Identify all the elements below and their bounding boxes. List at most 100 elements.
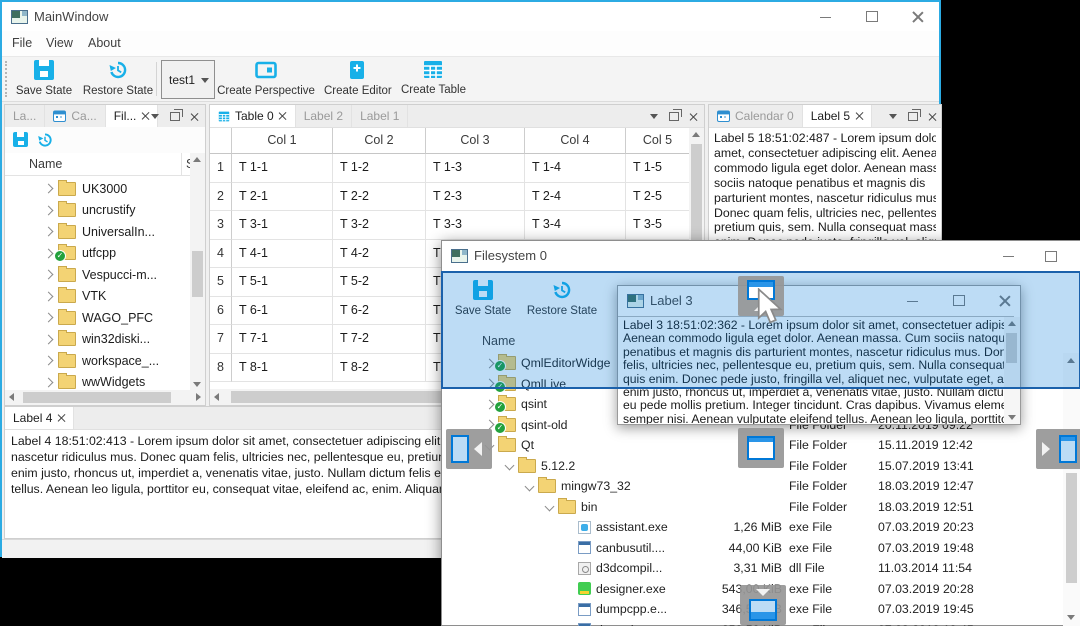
vertical-scrollbar[interactable] (190, 153, 205, 391)
column-header[interactable]: Col 5 (626, 128, 689, 154)
tab-calendar[interactable]: Ca... (45, 105, 106, 127)
table-cell[interactable]: T 2-4 (525, 182, 626, 211)
undock-button[interactable] (905, 108, 921, 124)
chevron-right-icon[interactable] (43, 226, 54, 237)
tree-item[interactable]: mingw73_32 File Folder 18.03.2019 12:47 (442, 476, 1063, 497)
table-cell[interactable]: T 3-1 (232, 211, 333, 240)
tree-item[interactable]: uncrustify (5, 200, 189, 222)
tab-table0[interactable]: Table 0 (210, 105, 296, 127)
table-cell[interactable]: T 1-4 (525, 154, 626, 183)
tree-item[interactable]: UK3000 (5, 178, 189, 200)
column-header[interactable]: Col 2 (333, 128, 426, 154)
column-header[interactable]: Col 1 (232, 128, 333, 154)
table-cell[interactable]: T 4-2 (333, 239, 426, 268)
chevron-right-icon[interactable] (43, 377, 54, 388)
table-cell[interactable]: T 4-1 (232, 239, 333, 268)
panel-close-button[interactable] (924, 108, 940, 124)
close-button[interactable] (1066, 241, 1080, 272)
chevron-right-icon[interactable] (43, 312, 54, 323)
maximize-button[interactable] (1028, 241, 1060, 272)
maximize-button[interactable] (849, 2, 894, 31)
scroll-up-icon[interactable] (692, 132, 700, 137)
scroll-right-icon[interactable] (196, 393, 201, 401)
table-cell[interactable]: T 8-2 (333, 353, 426, 382)
undock-button[interactable] (666, 108, 682, 124)
table-cell[interactable]: T 1-3 (426, 154, 525, 183)
scroll-left-icon[interactable] (214, 393, 219, 401)
table-cell[interactable]: T 2-3 (426, 182, 525, 211)
save-state-button[interactable]: Save State (10, 60, 78, 97)
tree-item[interactable]: UniversalIn... (5, 221, 189, 243)
tab-label0[interactable]: La... (5, 105, 46, 127)
chevron-down-icon[interactable] (524, 481, 535, 492)
chevron-down-icon[interactable] (544, 501, 555, 512)
restore-icon[interactable] (37, 132, 53, 148)
tree-item[interactable]: d3dcompil... 3,31 MiB dll File 11.03.201… (442, 558, 1063, 579)
table-cell[interactable]: T 8-1 (232, 353, 333, 382)
column-header-name[interactable]: Name (29, 157, 62, 171)
tree-item[interactable]: assistant.exe 1,26 MiB exe File 07.03.20… (442, 517, 1063, 538)
tree-item[interactable]: utfcpp (5, 243, 189, 265)
tab-label4[interactable]: Label 4 (5, 407, 75, 429)
table-cell[interactable]: T 7-2 (333, 325, 426, 354)
scroll-down-icon[interactable] (1008, 415, 1016, 420)
undock-button[interactable] (167, 108, 183, 124)
chevron-right-icon[interactable] (484, 399, 495, 410)
scroll-down-icon[interactable] (1067, 615, 1075, 620)
table-cell[interactable]: T 5-1 (232, 268, 333, 297)
panel-close-button[interactable] (186, 108, 202, 124)
scroll-down-icon[interactable] (193, 382, 201, 387)
tab-close-icon[interactable] (855, 112, 863, 120)
filesystem-titlebar[interactable]: Filesystem 0 (442, 241, 1080, 272)
minimize-button[interactable] (986, 241, 1018, 272)
tab-calendar0[interactable]: Calendar 0 (709, 105, 803, 127)
tree-item[interactable]: win32diski... (5, 329, 189, 351)
menu-view[interactable]: View (46, 36, 73, 50)
save-icon[interactable] (13, 132, 28, 147)
table-cell[interactable]: T 6-1 (232, 296, 333, 325)
table-cell[interactable]: T 5-2 (333, 268, 426, 297)
toolbar-drag-handle[interactable] (5, 61, 7, 97)
menu-about[interactable]: About (88, 36, 121, 50)
scroll-left-icon[interactable] (9, 393, 14, 401)
close-button[interactable] (895, 2, 940, 31)
table-cell[interactable]: T 3-3 (426, 211, 525, 240)
tree-item[interactable]: wwWidgets (5, 372, 189, 389)
dock-indicator-right[interactable] (1036, 429, 1080, 469)
main-titlebar[interactable]: MainWindow (2, 2, 939, 31)
tab-label5[interactable]: Label 5 (802, 105, 873, 127)
chevron-right-icon[interactable] (43, 355, 54, 366)
table-cell[interactable]: T 3-4 (525, 211, 626, 240)
tree-item[interactable]: bin File Folder 18.03.2019 12:51 (442, 497, 1063, 518)
column-header[interactable]: Col 4 (525, 128, 626, 154)
tree-item[interactable]: VTK (5, 286, 189, 308)
scrollbar-thumb[interactable] (1066, 473, 1077, 583)
create-editor-button[interactable]: Create Editor (324, 60, 392, 97)
tab-menu-button[interactable] (147, 108, 163, 124)
chevron-right-icon[interactable] (43, 205, 54, 216)
table-cell[interactable]: T 2-5 (626, 183, 689, 211)
table-cell[interactable]: T 6-2 (333, 296, 426, 325)
table-cell[interactable]: T 1-5 (626, 154, 689, 183)
scrollbar-thumb[interactable] (23, 392, 171, 403)
tree-item[interactable]: WAGO_PFC (5, 307, 189, 329)
dock-indicator-left[interactable] (446, 429, 492, 469)
horizontal-scrollbar[interactable] (5, 390, 205, 405)
tab-menu-button[interactable] (646, 108, 662, 124)
dock-indicator-bottom[interactable] (740, 585, 786, 625)
vertical-scrollbar[interactable] (1063, 353, 1080, 626)
table-cell[interactable]: T 2-1 (232, 182, 333, 211)
table-cell[interactable]: T 1-2 (333, 154, 426, 183)
tab-close-icon[interactable] (57, 414, 65, 422)
table-cell[interactable]: T 7-1 (232, 325, 333, 354)
dock-indicator-center[interactable] (738, 428, 784, 468)
panel-close-button[interactable] (685, 108, 701, 124)
scrollbar-thumb[interactable] (691, 144, 702, 252)
create-perspective-button[interactable]: Create Perspective (207, 60, 325, 97)
scroll-up-icon[interactable] (193, 157, 201, 162)
menu-file[interactable]: File (12, 36, 32, 50)
table-cell[interactable]: T 3-2 (333, 211, 426, 240)
chevron-right-icon[interactable] (43, 183, 54, 194)
chevron-down-icon[interactable] (504, 460, 515, 471)
tab-close-icon[interactable] (279, 112, 287, 120)
